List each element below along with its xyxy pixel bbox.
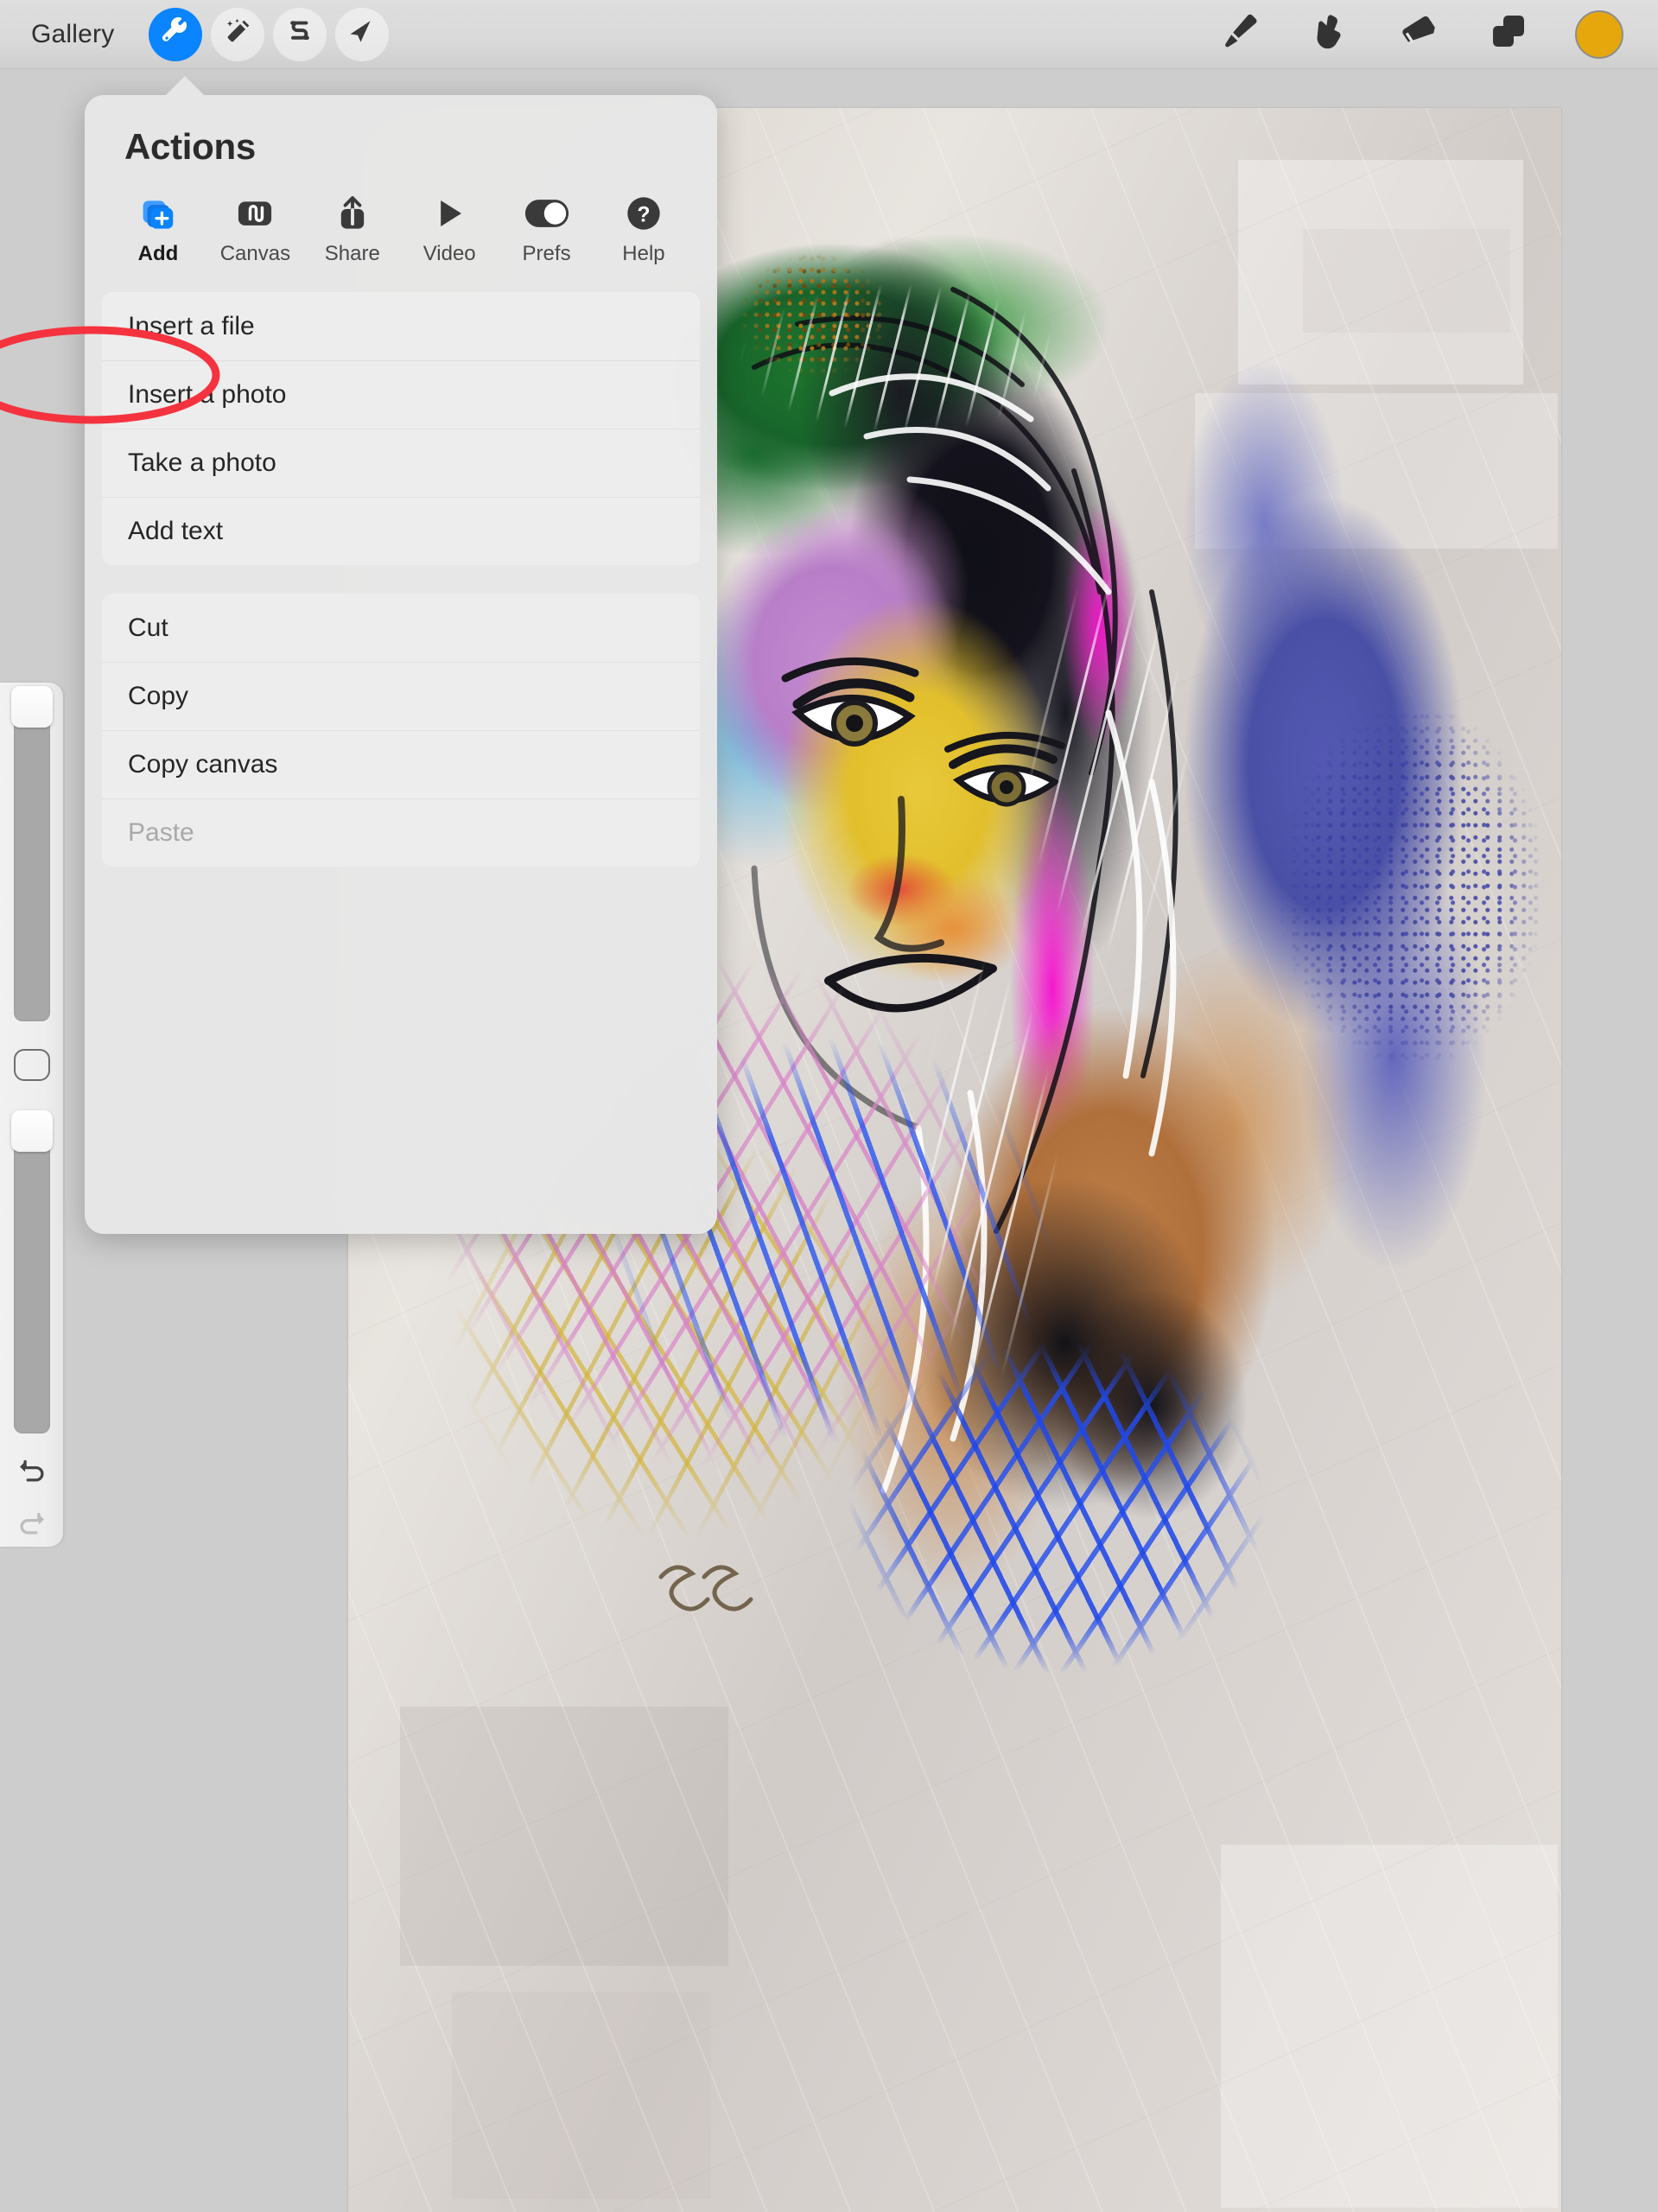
layers-button[interactable] bbox=[1485, 11, 1532, 58]
actions-wrench-button[interactable] bbox=[149, 7, 203, 61]
menu-group-insert: Insert a file Insert a photo Take a phot… bbox=[102, 292, 700, 565]
smudge-icon bbox=[1308, 11, 1350, 57]
undo-arrow-icon bbox=[16, 1453, 48, 1491]
tab-canvas[interactable]: Canvas bbox=[209, 194, 301, 266]
color-swatch-button[interactable] bbox=[1575, 10, 1623, 59]
menu-group-clipboard: Cut Copy Copy canvas Paste bbox=[102, 594, 700, 867]
selection-s-icon bbox=[287, 18, 313, 50]
menu-group-separator bbox=[85, 565, 717, 594]
eraser-button[interactable] bbox=[1395, 11, 1442, 58]
tab-add-label: Add bbox=[137, 242, 179, 265]
actions-menu-groups: Insert a file Insert a photo Take a phot… bbox=[85, 292, 717, 867]
layers-icon bbox=[1488, 11, 1529, 57]
menu-item-take-a-photo[interactable]: Take a photo bbox=[102, 429, 700, 497]
top-toolbar: Gallery bbox=[0, 0, 1658, 69]
panel-title: Actions bbox=[124, 126, 256, 167]
actions-tab-row: Add Canvas Share Video Prefs ? Help bbox=[112, 194, 689, 266]
tab-prefs-label: Prefs bbox=[522, 242, 571, 265]
tab-prefs[interactable]: Prefs bbox=[501, 194, 593, 266]
tab-help[interactable]: ? Help bbox=[598, 194, 689, 266]
transform-arrow-icon bbox=[349, 19, 375, 49]
menu-item-insert-a-file[interactable]: Insert a file bbox=[102, 292, 700, 360]
canvas-crop-icon bbox=[236, 194, 274, 233]
redo-button[interactable] bbox=[8, 1503, 56, 1547]
procreate-app: Gallery Actions Add Canvas Share Video P… bbox=[0, 0, 1658, 2212]
actions-wrench-icon bbox=[161, 16, 190, 51]
actions-panel: Actions Add Canvas Share Video Prefs ? H… bbox=[85, 95, 717, 1234]
add-layers-plus-icon bbox=[139, 194, 177, 233]
selection-button[interactable] bbox=[273, 7, 327, 61]
menu-item-add-text[interactable]: Add text bbox=[102, 497, 700, 565]
help-question-icon: ? bbox=[625, 194, 663, 233]
tab-canvas-label: Canvas bbox=[219, 242, 291, 265]
menu-item-copy-canvas[interactable]: Copy canvas bbox=[102, 730, 700, 798]
tab-help-label: Help bbox=[622, 242, 665, 265]
tab-share-label: Share bbox=[324, 242, 380, 265]
menu-item-paste: Paste bbox=[102, 798, 700, 867]
video-play-icon bbox=[431, 194, 467, 233]
menu-item-insert-a-photo[interactable]: Insert a photo bbox=[102, 360, 700, 429]
paint-brush-icon bbox=[1218, 11, 1260, 57]
smudge-button[interactable] bbox=[1305, 11, 1352, 58]
brush-sidebar bbox=[0, 683, 63, 1547]
undo-button[interactable] bbox=[8, 1449, 56, 1493]
panel-pointer-triangle bbox=[164, 76, 206, 97]
svg-text:?: ? bbox=[637, 204, 650, 227]
brush-opacity-slider[interactable] bbox=[10, 1109, 53, 1434]
brush-size-slider[interactable] bbox=[10, 686, 53, 1021]
adjustments-button[interactable] bbox=[211, 7, 265, 61]
prefs-toggle-icon bbox=[524, 194, 569, 233]
eraser-icon bbox=[1398, 11, 1439, 57]
paint-button[interactable] bbox=[1216, 11, 1262, 58]
adjustments-magic-wand-icon bbox=[224, 18, 251, 50]
menu-item-cut[interactable]: Cut bbox=[102, 594, 700, 662]
share-upload-icon bbox=[334, 194, 372, 233]
redo-arrow-icon bbox=[16, 1506, 48, 1543]
transform-button[interactable] bbox=[335, 7, 390, 61]
brush-opacity-thumb[interactable] bbox=[10, 1109, 53, 1152]
tab-share[interactable]: Share bbox=[307, 194, 398, 266]
tab-video[interactable]: Video bbox=[403, 194, 495, 266]
tab-add[interactable]: Add bbox=[112, 194, 204, 266]
left-tool-group bbox=[149, 7, 390, 61]
menu-item-copy[interactable]: Copy bbox=[102, 662, 700, 730]
gallery-button[interactable]: Gallery bbox=[26, 16, 119, 53]
tab-video-label: Video bbox=[422, 242, 476, 265]
brush-size-thumb[interactable] bbox=[10, 686, 53, 728]
modify-button[interactable] bbox=[13, 1048, 50, 1081]
right-tool-group bbox=[1216, 10, 1623, 59]
